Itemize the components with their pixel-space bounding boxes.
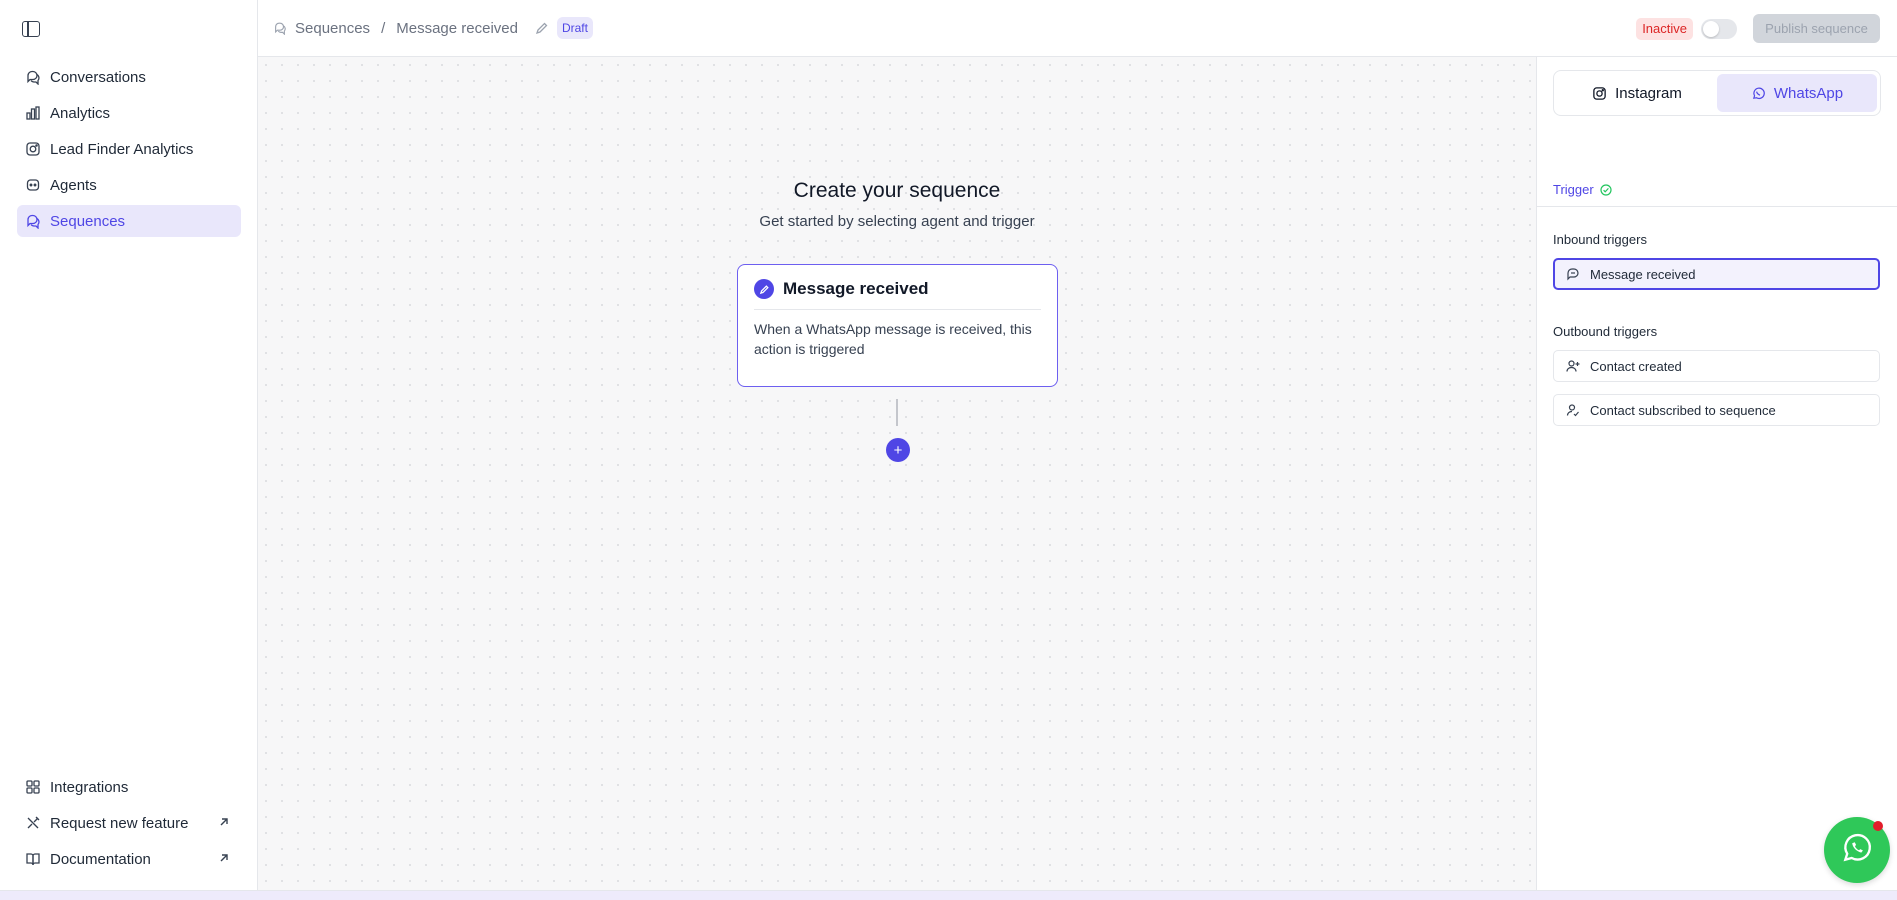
sequence-canvas[interactable]: Create your sequence Get started by sele… xyxy=(258,57,1536,890)
external-link-icon xyxy=(217,815,231,829)
top-right-controls: Inactive Publish sequence xyxy=(1636,14,1880,43)
grid-icon xyxy=(25,779,41,795)
status-badge: Inactive xyxy=(1636,17,1693,40)
whatsapp-icon xyxy=(1751,86,1766,101)
publish-sequence-button[interactable]: Publish sequence xyxy=(1753,14,1880,43)
sidebar-item-agents[interactable]: Agents xyxy=(17,169,241,201)
sidebar-item-integrations[interactable]: Integrations xyxy=(17,771,241,803)
trigger-option-message-received[interactable]: Message received xyxy=(1553,258,1880,290)
trigger-option-label: Contact created xyxy=(1590,358,1682,374)
breadcrumb-current: Message received xyxy=(396,19,518,37)
sidebar-item-analytics[interactable]: Analytics xyxy=(17,97,241,129)
sidebar-item-label: Conversations xyxy=(50,68,146,86)
sidebar-item-documentation[interactable]: Documentation xyxy=(17,843,241,875)
canvas-title: Create your sequence xyxy=(793,179,1001,202)
divider xyxy=(1537,206,1897,207)
sequence-icon xyxy=(25,213,41,229)
bot-icon xyxy=(25,177,41,193)
tab-label: Trigger xyxy=(1553,182,1594,197)
trigger-option-contact-created[interactable]: Contact created xyxy=(1553,350,1880,382)
sequence-icon xyxy=(273,21,287,35)
message-icon xyxy=(1566,267,1580,281)
sidebar-item-label: Integrations xyxy=(50,778,129,796)
user-plus-icon xyxy=(1566,359,1580,373)
user-check-icon xyxy=(1566,403,1580,417)
notification-dot xyxy=(1873,821,1883,831)
sidebar-item-conversations[interactable]: Conversations xyxy=(17,61,241,93)
trigger-option-label: Contact subscribed to sequence xyxy=(1590,402,1776,418)
tab-label: Instagram xyxy=(1615,84,1682,102)
sidebar-item-lead-finder-analytics[interactable]: Lead Finder Analytics xyxy=(17,133,241,165)
tab-instagram[interactable]: Instagram xyxy=(1557,74,1717,112)
outbound-triggers-label: Outbound triggers xyxy=(1553,324,1658,339)
tab-whatsapp[interactable]: WhatsApp xyxy=(1717,74,1877,112)
add-step-button[interactable]: + xyxy=(886,438,910,462)
chat-bubbles-icon xyxy=(25,69,41,85)
main-area: Sequences / Message received Draft Inact… xyxy=(258,0,1897,890)
node-connector xyxy=(896,399,898,426)
tools-icon xyxy=(25,815,41,831)
breadcrumb-sequences[interactable]: Sequences xyxy=(295,20,370,37)
active-toggle[interactable] xyxy=(1701,18,1737,39)
sidebar-item-label: Lead Finder Analytics xyxy=(50,140,194,158)
sidebar-item-label: Documentation xyxy=(50,850,151,868)
tab-label: WhatsApp xyxy=(1773,84,1844,102)
app-window: Conversations Analytics Lead Finder Anal… xyxy=(0,0,1897,891)
trigger-node-card[interactable]: Message received When a WhatsApp message… xyxy=(737,264,1058,387)
instagram-icon xyxy=(25,141,41,157)
channel-tabs: Instagram WhatsApp xyxy=(1553,70,1881,116)
bar-chart-icon xyxy=(25,105,41,121)
tab-trigger[interactable]: Trigger xyxy=(1553,182,1612,197)
card-title: Message received xyxy=(783,279,929,298)
sidebar-item-label: Sequences xyxy=(50,212,126,230)
book-icon xyxy=(25,851,41,867)
external-link-icon xyxy=(217,851,231,865)
sidebar-item-label: Analytics xyxy=(50,104,111,122)
trigger-option-contact-subscribed[interactable]: Contact subscribed to sequence xyxy=(1553,394,1880,426)
sidebar-nav: Conversations Analytics Lead Finder Anal… xyxy=(17,61,241,241)
inbound-triggers-label: Inbound triggers xyxy=(1553,232,1647,247)
draft-badge: Draft xyxy=(556,17,593,39)
plus-icon: + xyxy=(893,441,903,459)
canvas-subtitle: Get started by selecting agent and trigg… xyxy=(759,213,1035,230)
top-bar: Sequences / Message received Draft Inact… xyxy=(258,0,1897,57)
pencil-icon[interactable] xyxy=(535,21,549,35)
trigger-panel: Instagram WhatsApp Trigger Inbound trigg… xyxy=(1536,57,1897,890)
card-description: When a WhatsApp message is received, thi… xyxy=(754,321,1032,357)
instagram-icon xyxy=(1592,86,1607,101)
card-header: Message received xyxy=(754,279,1041,310)
whatsapp-icon xyxy=(1840,831,1874,870)
sidebar-item-label: Agents xyxy=(50,176,97,194)
sidebar-bottom-nav: Integrations Request new feature Documen… xyxy=(17,771,241,879)
breadcrumb-separator: / xyxy=(381,19,386,37)
sidebar-item-sequences[interactable]: Sequences xyxy=(17,205,241,237)
sidebar-panel-icon[interactable] xyxy=(22,21,40,37)
content-area: Create your sequence Get started by sele… xyxy=(258,57,1897,890)
sidebar: Conversations Analytics Lead Finder Anal… xyxy=(0,0,258,890)
check-circle-icon xyxy=(1600,183,1612,196)
trigger-option-label: Message received xyxy=(1590,266,1696,282)
sidebar-item-request-feature[interactable]: Request new feature xyxy=(17,807,241,839)
sidebar-item-label: Request new feature xyxy=(50,814,189,832)
pencil-icon xyxy=(754,279,774,299)
